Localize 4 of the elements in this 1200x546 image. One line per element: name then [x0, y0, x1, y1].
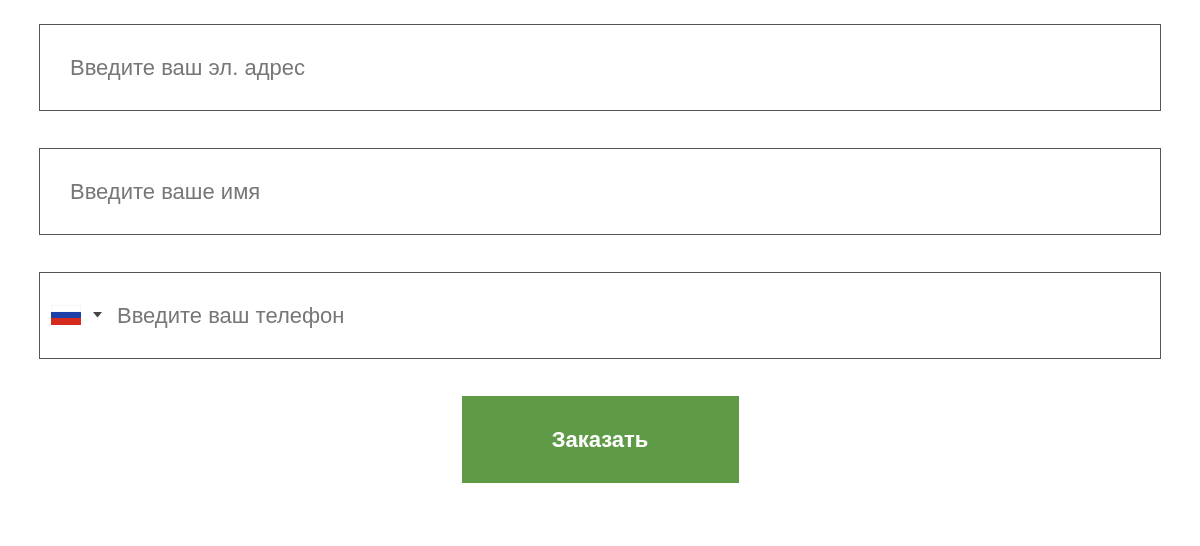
- input-field[interactable]: Введите ваше имя: [39, 148, 1161, 235]
- phone-field[interactable]: Введите ваш телефон: [39, 272, 1161, 359]
- input-field[interactable]: Введите ваш эл. адрес: [39, 24, 1161, 111]
- submit-button[interactable]: Заказать: [461, 396, 739, 483]
